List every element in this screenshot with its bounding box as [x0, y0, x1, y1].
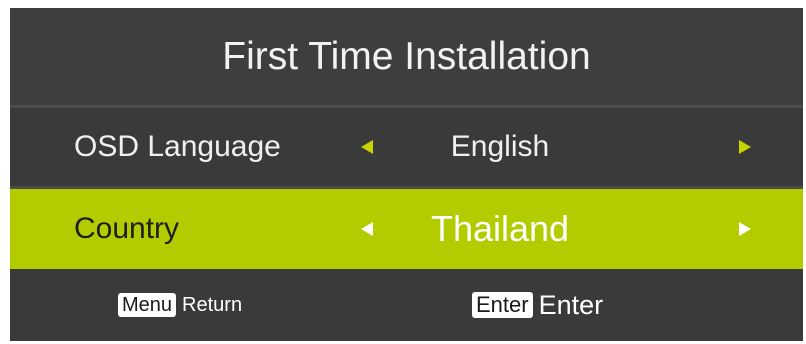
country-label: Country: [74, 212, 180, 245]
return-label: Return: [182, 293, 243, 316]
osd-language-label: OSD Language: [74, 130, 281, 163]
first-time-installation-dialog: First Time Installation OSD Language Eng…: [10, 8, 803, 341]
osd-language-next-arrow-icon[interactable]: [739, 140, 751, 154]
country-value: Thailand: [430, 208, 570, 249]
osd-language-value: English: [450, 130, 550, 163]
dialog-title-bar: First Time Installation: [10, 8, 803, 105]
enter-key-badge: Enter: [472, 291, 533, 319]
country-next-arrow-icon[interactable]: [739, 222, 751, 236]
menu-key-badge: Menu: [118, 293, 177, 317]
footer-hints: Menu Return Enter Enter: [10, 269, 803, 341]
return-hint[interactable]: Menu Return: [118, 269, 242, 341]
country-row[interactable]: Country Thailand: [10, 189, 803, 269]
enter-label: Enter: [538, 289, 604, 320]
enter-hint[interactable]: Enter Enter: [472, 269, 603, 341]
osd-language-prev-arrow-icon[interactable]: [361, 140, 373, 154]
osd-language-row[interactable]: OSD Language English: [10, 108, 803, 186]
country-prev-arrow-icon[interactable]: [361, 222, 373, 236]
dialog-title: First Time Installation: [222, 34, 591, 78]
